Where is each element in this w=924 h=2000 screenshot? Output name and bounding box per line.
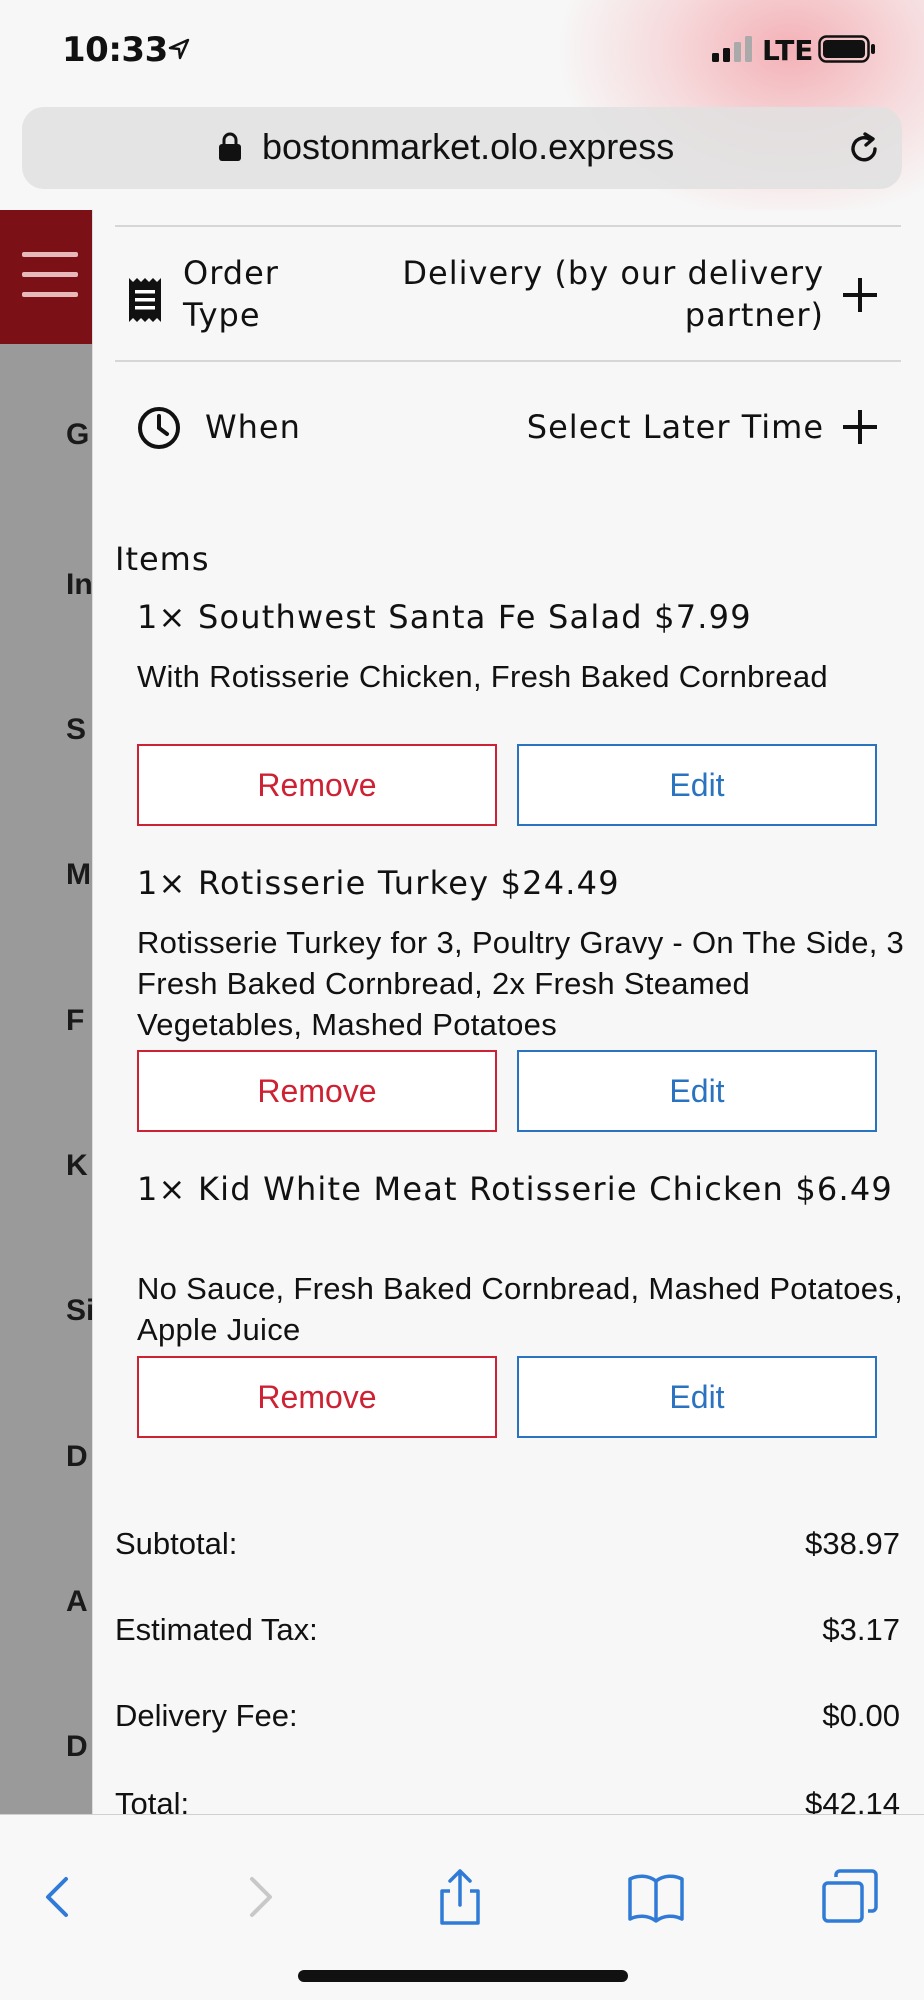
items-heading: Items xyxy=(115,540,210,578)
item-description: No Sauce, Fresh Baked Cornbread, Mashed … xyxy=(137,1271,904,1347)
total-label: Total: xyxy=(115,1786,190,1814)
menu-category-label: F xyxy=(66,1004,85,1037)
menu-category-label: S xyxy=(66,713,87,746)
when-add-icon[interactable] xyxy=(843,410,877,444)
delivery-fee-label: Delivery Fee: xyxy=(115,1698,298,1733)
item-description: Rotisserie Turkey for 3, Poultry Gravy -… xyxy=(137,925,905,1042)
edit-item-button[interactable]: Edit xyxy=(517,1050,877,1132)
total-value: $42.14 xyxy=(805,1786,900,1814)
tax-label: Estimated Tax: xyxy=(115,1612,318,1647)
share-icon[interactable] xyxy=(430,1867,490,1927)
menu-category-label: In xyxy=(66,568,93,601)
status-bar: 10:33 LTE xyxy=(0,0,924,100)
battery-icon xyxy=(818,35,875,63)
delivery-fee-value: $0.00 xyxy=(822,1698,900,1733)
order-type-add-icon[interactable] xyxy=(843,278,877,312)
order-type-value[interactable]: Delivery (by our delivery xyxy=(324,252,824,294)
remove-item-button[interactable]: Remove xyxy=(137,744,497,826)
item-title: 1× Kid White Meat Rotisserie Chicken $6.… xyxy=(137,1170,893,1208)
home-indicator xyxy=(298,1970,628,1982)
menu-category-label: A xyxy=(66,1585,88,1618)
menu-category-label: D xyxy=(66,1730,88,1763)
bookmarks-icon[interactable] xyxy=(626,1867,686,1927)
screen: 10:33 LTE bostonmarket.olo.express G In xyxy=(0,0,924,2000)
order-type-label: Type xyxy=(183,296,261,334)
item-title: 1× Southwest Santa Fe Salad $7.99 xyxy=(137,598,752,636)
remove-item-button[interactable]: Remove xyxy=(137,1356,497,1438)
order-type-label: Order xyxy=(183,254,279,292)
when-label: When xyxy=(205,408,301,446)
location-arrow-icon xyxy=(168,38,190,60)
back-icon[interactable] xyxy=(28,1867,88,1927)
remove-item-button[interactable]: Remove xyxy=(137,1050,497,1132)
status-time: 10:33 xyxy=(62,30,168,70)
menu-category-label: Si xyxy=(66,1294,95,1327)
reload-icon[interactable] xyxy=(846,130,882,166)
clock-icon xyxy=(138,407,180,449)
menu-category-label: D xyxy=(66,1440,88,1473)
hamburger-menu-icon[interactable] xyxy=(22,252,78,298)
network-type: LTE xyxy=(762,34,814,67)
item-title: 1× Rotisserie Turkey $24.49 xyxy=(137,864,620,902)
menu-category-label: G xyxy=(66,418,90,451)
order-type-value[interactable]: partner) xyxy=(324,294,824,336)
menu-category-label: M xyxy=(66,858,91,891)
subtotal-label: Subtotal: xyxy=(115,1526,238,1561)
subtotal-value: $38.97 xyxy=(805,1526,900,1561)
tax-value: $3.17 xyxy=(822,1612,900,1647)
lock-icon xyxy=(219,132,241,161)
cell-signal-icon xyxy=(712,36,752,62)
menu-category-label: K xyxy=(66,1149,88,1182)
when-value[interactable]: Select Later Time xyxy=(404,406,824,448)
divider xyxy=(115,225,901,227)
edit-item-button[interactable]: Edit xyxy=(517,1356,877,1438)
url-text[interactable]: bostonmarket.olo.express xyxy=(262,126,674,168)
divider xyxy=(115,360,901,362)
edit-item-button[interactable]: Edit xyxy=(517,744,877,826)
tabs-icon[interactable] xyxy=(820,1867,880,1927)
item-description: With Rotisserie Chicken, Fresh Baked Cor… xyxy=(137,659,828,694)
receipt-icon xyxy=(129,278,161,322)
cart-panel: Order Type Delivery (by our delivery par… xyxy=(92,210,924,1814)
forward-icon[interactable] xyxy=(230,1867,290,1927)
